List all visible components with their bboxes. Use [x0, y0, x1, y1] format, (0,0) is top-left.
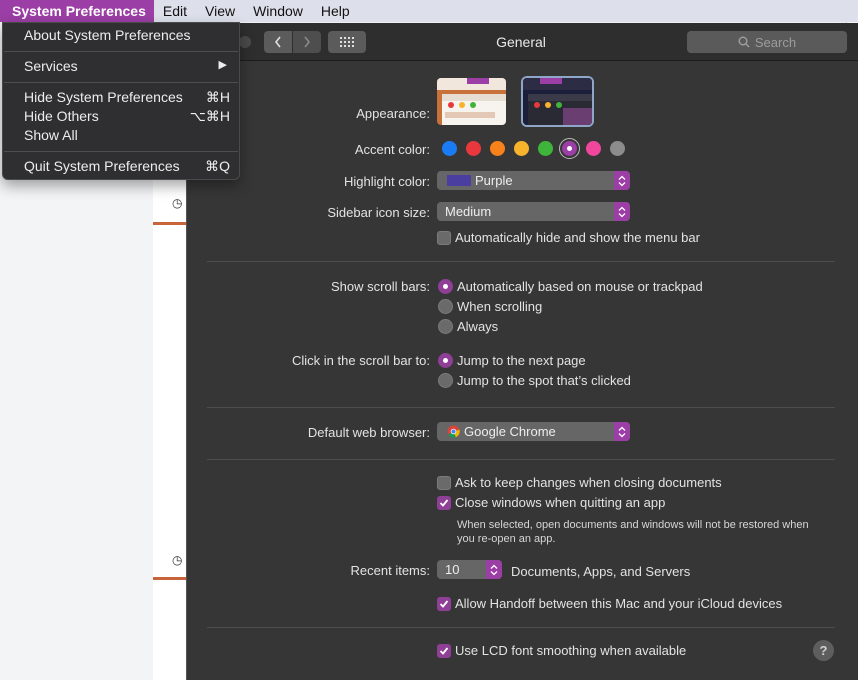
click-next-page-radio[interactable] [438, 353, 453, 368]
appearance-dark-option[interactable] [523, 78, 592, 125]
checkmark-icon [439, 499, 449, 507]
submenu-arrow-icon: ▶ [218, 59, 227, 71]
recent-items-label: Recent items: [350, 563, 430, 578]
title-bar: General Search [187, 23, 858, 61]
recent-items-value: 10 [445, 562, 460, 577]
scroll-bars-always-label: Always [457, 319, 499, 334]
highlight-swatch [447, 175, 471, 186]
clock-icon: ◷ [172, 196, 183, 210]
menu-item-hide-others[interactable]: Hide Others [24, 108, 99, 124]
menu-bar-autohide-checkbox[interactable] [437, 231, 451, 245]
handoff-checkbox[interactable] [437, 597, 451, 611]
updown-arrows-icon [614, 422, 630, 441]
scroll-bars-when-scrolling-radio[interactable] [438, 299, 453, 314]
separator [207, 261, 835, 262]
close-windows-label: Close windows when quitting an app [455, 495, 666, 510]
ask-keep-changes-checkbox[interactable] [437, 476, 451, 490]
sidebar-icon-size-popup[interactable]: Medium [437, 202, 630, 221]
lcd-smoothing-label: Use LCD font smoothing when available [455, 643, 687, 658]
default-browser-popup[interactable]: Google Chrome [437, 422, 630, 441]
menu-edit[interactable]: Edit [154, 0, 196, 22]
scroll-bars-automatic-radio[interactable] [438, 279, 453, 294]
search-placeholder: Search [754, 34, 797, 50]
search-icon [738, 36, 750, 48]
menu-item-about[interactable]: About System Preferences [24, 27, 191, 43]
accent-green-swatch[interactable] [538, 141, 553, 156]
general-preferences-window: General Search Appearance: Accent color:… [186, 23, 858, 680]
highlight-color-label: Highlight color: [344, 174, 430, 189]
menu-item-quit[interactable]: Quit System Preferences [24, 158, 180, 174]
updown-arrows-icon [614, 171, 630, 190]
checkmark-icon [439, 647, 449, 655]
menu-item-hide[interactable]: Hide System Preferences [24, 89, 183, 105]
quit-shortcut: ⌘Q [205, 158, 230, 174]
accent-color-label: Accent color: [354, 142, 430, 157]
accent-blue-swatch[interactable] [442, 141, 457, 156]
scroll-bars-always-radio[interactable] [438, 319, 453, 334]
show-scroll-bars-label: Show scroll bars: [331, 279, 430, 294]
updown-arrows-icon [486, 560, 502, 579]
scroll-bars-when-scrolling-label: When scrolling [457, 299, 543, 314]
checkmark-icon [439, 600, 449, 608]
menu-separator [4, 151, 238, 152]
menu-item-show-all[interactable]: Show All [24, 127, 78, 143]
menu-window[interactable]: Window [244, 0, 312, 22]
close-windows-note: When selected, open documents and window… [457, 519, 809, 545]
chrome-icon [447, 425, 460, 438]
close-windows-checkbox[interactable] [437, 496, 451, 510]
ask-keep-changes-label: Ask to keep changes when closing documen… [455, 475, 722, 490]
click-spot-radio[interactable] [438, 373, 453, 388]
sidebar-icon-size-value: Medium [445, 204, 492, 219]
handoff-label: Allow Handoff between this Mac and your … [455, 596, 783, 611]
lcd-smoothing-checkbox[interactable] [437, 644, 451, 658]
app-menu: About System Preferences Services ▶ Hide… [2, 22, 240, 180]
menu-help[interactable]: Help [312, 0, 359, 22]
separator [207, 627, 835, 628]
menu-bar: System Preferences Edit View Window Help [0, 0, 858, 22]
default-browser-value: Google Chrome [464, 424, 556, 439]
menu-item-services[interactable]: Services [24, 58, 78, 74]
appearance-label: Appearance: [356, 106, 430, 121]
separator [207, 459, 835, 460]
accent-purple-swatch[interactable] [559, 138, 580, 159]
menu-view[interactable]: View [196, 0, 244, 22]
updown-arrows-icon [614, 202, 630, 221]
hide-others-shortcut: ⌥⌘H [189, 108, 230, 124]
recent-items-popup[interactable]: 10 [437, 560, 502, 579]
accent-orange-swatch[interactable] [490, 141, 505, 156]
highlight-color-popup[interactable]: Purple [437, 171, 630, 190]
accent-yellow-swatch[interactable] [514, 141, 529, 156]
click-scroll-bar-label: Click in the scroll bar to: [292, 353, 430, 368]
menu-separator [4, 82, 238, 83]
click-next-page-label: Jump to the next page [457, 353, 586, 368]
search-field[interactable]: Search [687, 31, 847, 53]
recent-items-suffix: Documents, Apps, and Servers [511, 564, 691, 579]
menu-separator [4, 51, 238, 52]
sidebar-icon-size-label: Sidebar icon size: [327, 205, 430, 220]
menu-bar-autohide-label: Automatically hide and show the menu bar [455, 230, 700, 245]
click-spot-label: Jump to the spot that’s clicked [457, 373, 631, 388]
separator [207, 407, 835, 408]
highlight-color-value: Purple [475, 173, 513, 188]
scroll-bars-automatic-label: Automatically based on mouse or trackpad [457, 279, 703, 294]
help-button[interactable]: ? [813, 640, 834, 661]
accent-pink-swatch[interactable] [586, 141, 601, 156]
accent-red-swatch[interactable] [466, 141, 481, 156]
menu-system-preferences[interactable]: System Preferences [0, 0, 154, 22]
hide-shortcut: ⌘H [205, 89, 230, 105]
clock-icon: ◷ [172, 553, 183, 567]
default-browser-label: Default web browser: [307, 425, 430, 440]
accent-graphite-swatch[interactable] [610, 141, 625, 156]
appearance-light-option[interactable] [437, 78, 506, 125]
